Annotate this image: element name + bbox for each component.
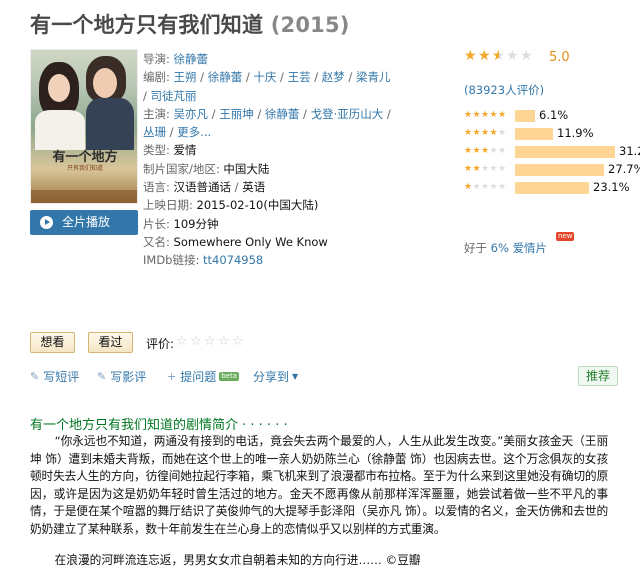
play-icon (40, 216, 53, 229)
rating-bar (515, 164, 604, 176)
synopsis-body: “你永远也不知道，两通没有接到的电话，竟会失去两个最爱的人，人生从此发生改变。”… (30, 434, 608, 536)
imdb-link[interactable]: tt4074958 (203, 253, 263, 267)
rate-star-icon[interactable]: ☆ (190, 335, 204, 349)
rating-bar (515, 110, 535, 122)
cast-link[interactable]: 丛珊 (143, 125, 166, 139)
beta-badge: beta (219, 372, 240, 381)
stars-4-icon: ★ ★ ★ ★ ★ (464, 128, 507, 138)
writer-link[interactable]: 赵梦 (322, 70, 345, 84)
runtime-row: 片长: 109分钟 (143, 216, 219, 231)
better-than-link[interactable]: 6% 爱情片 (491, 241, 547, 255)
rating-bar (515, 128, 553, 140)
want-to-watch-button[interactable]: 想看 (30, 332, 75, 353)
new-badge: new (556, 232, 575, 241)
runtime-value: 109分钟 (173, 216, 219, 231)
write-short-review-link[interactable]: ✎ 写短评 (30, 368, 79, 385)
comment-icon: ✎ (30, 370, 40, 383)
release-value: 2015-02-10(中国大陆) (196, 198, 319, 213)
play-full-movie-button[interactable]: 全片播放 (30, 210, 138, 235)
cast-link[interactable]: 徐静蕾 (265, 107, 300, 121)
stars-2-icon: ★ ★ ★ ★ ★ (464, 164, 507, 174)
writer-link[interactable]: 司徒芃丽 (151, 89, 197, 103)
rating-distribution-row: ★ ★ ★ ★ ★ 11.9% (464, 126, 634, 142)
rating-star-icon: ★★ (506, 48, 519, 64)
movie-info: 导演: 徐静蕾 编剧: 王朔 / 徐静蕾 / 十庆 / 王芸 / 赵梦 / 梁青… (143, 50, 438, 270)
cast-link[interactable]: 戈登·亚历山大 (311, 107, 384, 121)
cast-more-link[interactable]: 更多... (177, 125, 211, 139)
movie-title: 有一个地方只有我们知道 (2015) (30, 9, 350, 39)
stars-1-icon: ★ ★ ★ ★ ★ (464, 182, 507, 192)
recommend-button[interactable]: 推荐 (578, 366, 618, 386)
rating-score: 5.0 (549, 50, 570, 65)
plus-icon: + (167, 370, 177, 383)
release-row: 上映日期: 2015-02-10(中国大陆) (143, 198, 319, 213)
movie-name: 有一个地方只有我们知道 (30, 13, 264, 37)
rating-star-icon: ★★ (520, 48, 533, 64)
director-link[interactable]: 徐静蕾 (174, 52, 209, 66)
rating-percent: 27.7% (608, 162, 640, 176)
writer-link[interactable]: 徐静蕾 (208, 70, 243, 84)
my-rating-label: 评价: (146, 337, 175, 351)
my-rating-stars: ☆ ☆ ☆ ☆ ☆ (176, 335, 246, 349)
language-row: 语言: 汉语普通话 / 英语 (143, 180, 266, 195)
rating-votes-link[interactable]: (83923人评价) (464, 82, 544, 98)
chevron-down-icon: ▼ (292, 372, 299, 381)
watched-button[interactable]: 看过 (88, 332, 133, 353)
writer-link[interactable]: 王朔 (174, 70, 197, 84)
genre-value: 爱情 (173, 143, 197, 158)
country-value: 中国大陆 (223, 161, 270, 176)
writer-link[interactable]: 梁青儿 (356, 70, 391, 84)
rate-star-icon[interactable]: ☆ (218, 335, 232, 349)
language-value: 英语 (242, 180, 266, 195)
rating-percent: 23.1% (593, 180, 630, 194)
synopsis-title: 有一个地方只有我们知道的剧情简介 · · · · · · (30, 418, 288, 433)
aka-row: 又名: Somewhere Only We Know (143, 234, 328, 249)
cast-row: 主演: 吴亦凡 / 王丽坤 / 徐静蕾 / 戈登·亚历山大 / (143, 106, 391, 121)
cast-link[interactable]: 王丽坤 (219, 107, 254, 121)
rating-distribution-row: ★ ★ ★ ★ ★ 6.1% (464, 108, 634, 124)
genre-row: 类型: 爱情 (143, 143, 197, 158)
imdb-row: IMDb链接: tt4074958 (143, 253, 264, 268)
share-dropdown[interactable]: 分享到 ▼ (253, 368, 298, 385)
director-row: 导演: 徐静蕾 (143, 52, 209, 66)
rating-percent: 6.1% (539, 108, 569, 122)
stars-5-icon: ★ ★ ★ ★ ★ (464, 110, 507, 120)
movie-poster[interactable]: 有一个地方 只有我们知道 (30, 49, 138, 204)
cast-link[interactable]: 吴亦凡 (174, 107, 209, 121)
writer-link[interactable]: 十庆 (253, 70, 276, 84)
rating-star-icon: ★★ (464, 48, 477, 64)
rate-star-icon[interactable]: ☆ (176, 335, 190, 349)
writers-row: 编剧: 王朔 / 徐静蕾 / 十庆 / 王芸 / 赵梦 / 梁青儿 (143, 70, 391, 85)
ask-question-link[interactable]: + 提问题 beta (167, 368, 240, 385)
rating-percent: 31.2% (619, 144, 640, 158)
cast-row-cont: 丛珊 / 更多... (143, 125, 212, 140)
poster-caption-sub: 只有我们知道 (66, 165, 103, 172)
language-value: 汉语普通话 (173, 180, 232, 195)
writer-link[interactable]: 王芸 (288, 70, 311, 84)
rating-distribution-row: ★ ★ ★ ★ ★ 23.1% (464, 180, 634, 196)
rate-star-icon[interactable]: ☆ (204, 335, 218, 349)
write-review-link[interactable]: ✎ 写影评 (97, 368, 146, 385)
movie-year: (2015) (270, 13, 350, 37)
pen-icon: ✎ (97, 370, 107, 383)
play-button-label: 全片播放 (62, 215, 111, 229)
country-row: 制片国家/地区: 中国大陆 (143, 161, 270, 176)
aka-value: Somewhere Only We Know (173, 234, 328, 249)
rating-bar (515, 182, 589, 194)
rating-distribution-row: ★★★★★ 27.7% (464, 162, 640, 178)
better-than: 好于 6% 爱情片 new (464, 232, 575, 255)
rating-star-icon: ★★ (492, 48, 505, 64)
rating-bar (515, 146, 615, 158)
rating-star-icon: ★★ (478, 48, 491, 64)
rate-star-icon[interactable]: ☆ (232, 335, 246, 349)
rating-percent: 11.9% (557, 126, 594, 140)
writers-row-cont: / 司徒芃丽 (143, 88, 197, 103)
synopsis-body-end: 在浪漫的河畔流连忘返，男男女女朮自朝着未知的方向行进…… ©豆瓣 (54, 553, 421, 567)
rating-distribution-row: ★★★★★ 31.2% (464, 144, 640, 160)
rating-stars: ★★★★★★★★★★ (464, 48, 533, 64)
stars-3-icon: ★ ★ ★ ★ ★ (464, 146, 507, 156)
